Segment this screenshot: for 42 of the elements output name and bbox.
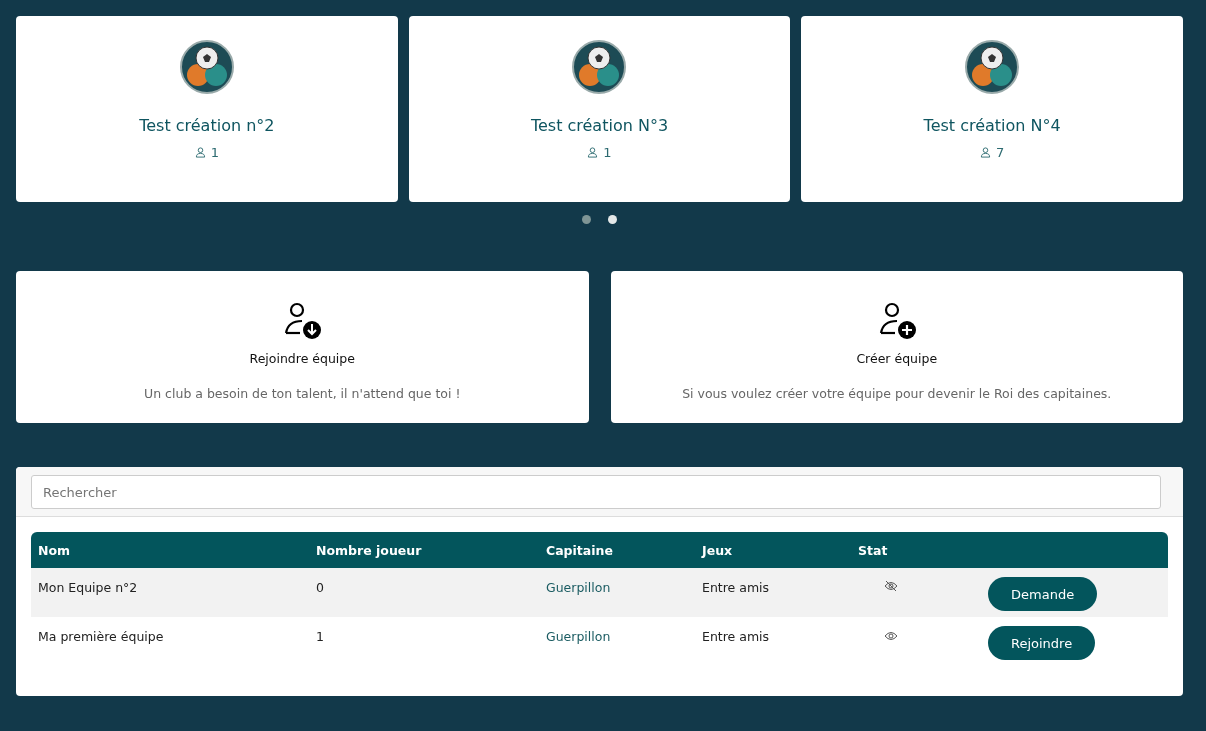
search-field[interactable]: Rechercher xyxy=(31,475,1161,509)
team-card[interactable]: Test création N°3 1 xyxy=(408,16,791,202)
table-cell-text: 0 xyxy=(316,580,325,595)
table-cell-text: Entre amis xyxy=(702,580,771,595)
team-name: Test création N°4 xyxy=(923,116,1061,135)
action-card[interactable]: Rejoindre équipe Un club a besoin de ton talent, il n'attend que toi ! xyxy=(16,271,589,423)
team-card[interactable]: Test création N°4 7 xyxy=(801,16,1183,202)
team-logo-icon xyxy=(965,40,1020,94)
person-icon xyxy=(587,147,599,158)
team-card[interactable]: Test création n°2 1 xyxy=(16,16,398,202)
table-cell-text: Mon Equipe n°2 xyxy=(38,580,139,595)
column-header: Capitaine xyxy=(546,542,614,558)
column-header: Nom xyxy=(38,542,72,558)
carousel-dot[interactable] xyxy=(608,215,617,224)
table-cell-text: Ma première équipe xyxy=(38,629,165,644)
member-count: 7 xyxy=(996,145,1005,160)
action-card[interactable]: Créer équipe Si vous voulez créer votre équipe pour devenir le Roi des capitaines. xyxy=(610,271,1183,423)
action-description: Si vous voulez créer votre équipe pour devenir le Roi des capitaines. xyxy=(682,386,1112,401)
eye-icon[interactable] xyxy=(884,631,898,641)
person-icon xyxy=(194,147,206,158)
row-action-button[interactable]: Rejoindre xyxy=(988,626,1096,660)
team-name: Test création n°2 xyxy=(139,116,275,135)
team-name: Test création N°3 xyxy=(530,116,669,135)
table-cell-text: 1 xyxy=(316,629,325,644)
person-icon xyxy=(980,147,991,158)
member-count: 1 xyxy=(210,145,219,160)
team-logo-icon xyxy=(179,40,234,94)
eye-slash-icon[interactable] xyxy=(884,580,898,592)
member-count: 1 xyxy=(603,145,612,160)
action-title: Rejoindre équipe xyxy=(249,351,355,366)
table-cell-text: Entre amis xyxy=(702,629,771,644)
carousel-dot[interactable] xyxy=(582,215,591,224)
column-header: Nombre joueur xyxy=(316,542,423,558)
column-header: Stat xyxy=(858,542,889,558)
action-description: Un club a besoin de ton talent, il n'attend que toi ! xyxy=(144,386,461,401)
action-title: Créer équipe xyxy=(856,351,938,366)
captain-link[interactable]: Guerpillon xyxy=(546,580,702,595)
captain-link[interactable]: Guerpillon xyxy=(546,629,702,644)
user-download-icon xyxy=(282,301,323,341)
row-action-button[interactable]: Demande xyxy=(988,577,1098,611)
column-header: Jeux xyxy=(702,542,734,558)
team-logo-icon xyxy=(572,40,627,94)
